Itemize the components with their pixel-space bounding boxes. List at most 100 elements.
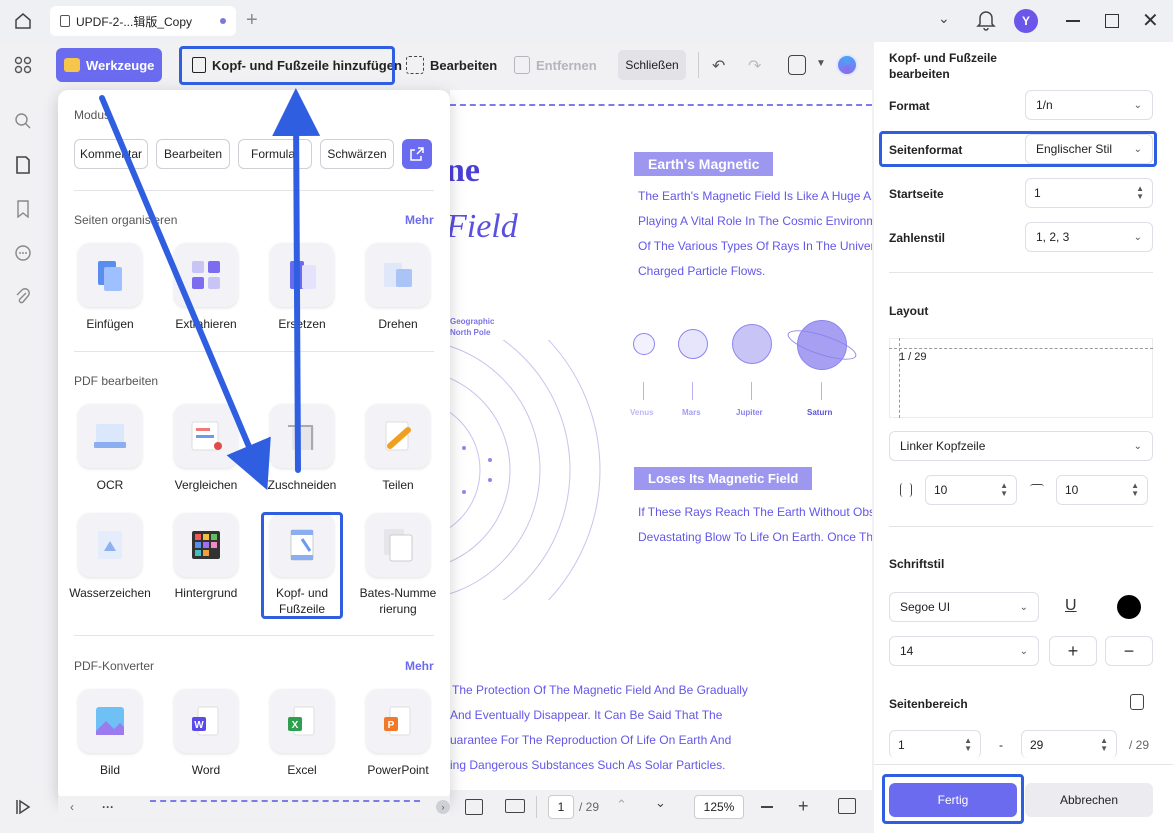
crop-tool[interactable] xyxy=(270,404,334,468)
position-select[interactable]: Linker Kopfzeile ⌄ xyxy=(889,431,1153,461)
to-image-tool[interactable] xyxy=(78,689,142,753)
number-style-select[interactable]: 1, 2, 3 ⌄ xyxy=(1025,222,1153,252)
edit-pdf-title: PDF bearbeiten xyxy=(74,374,159,388)
divider-layout xyxy=(889,526,1153,527)
start-page-input[interactable]: 1 ▲ ▼ xyxy=(1025,178,1153,208)
more-options-icon[interactable]: ··· xyxy=(102,800,114,814)
search-icon[interactable] xyxy=(12,110,34,132)
top-margin-input[interactable]: 10 ▲ ▼ xyxy=(1056,475,1148,505)
bates-icon xyxy=(384,529,413,562)
left-margin-input[interactable]: 10 ▲ ▼ xyxy=(925,475,1017,505)
presentation-icon[interactable] xyxy=(505,799,525,813)
prev-page-icon[interactable]: ⌃ xyxy=(616,797,627,813)
converter-more-link[interactable]: Mehr xyxy=(405,659,434,673)
doc-para1-line3: Of The Various Types Of Rays In The Univ… xyxy=(638,239,872,253)
close-icon[interactable]: ✕ xyxy=(1142,8,1159,33)
edit-label: Bearbeiten xyxy=(430,57,498,73)
font-color-swatch[interactable] xyxy=(1117,595,1141,619)
home-icon[interactable] xyxy=(12,10,34,32)
zoom-level[interactable]: 125% xyxy=(694,795,744,819)
planet-label-mars: Mars xyxy=(682,408,701,417)
ai-assistant-icon[interactable] xyxy=(836,54,858,76)
stepper-icon[interactable]: ▲ ▼ xyxy=(1000,482,1008,498)
layout-preview[interactable]: 1 / 29 xyxy=(889,338,1153,418)
ocr-tool[interactable] xyxy=(78,404,142,468)
open-external-button[interactable] xyxy=(402,139,432,169)
planet-label-saturn: Saturn xyxy=(807,408,833,417)
doc-para1-line2: Playing A Vital Role In The Cosmic Envir… xyxy=(638,214,872,228)
to-excel-tool[interactable]: X xyxy=(270,689,334,753)
geo-label-1: Geographic xyxy=(450,317,495,326)
range-from-input[interactable]: 1 ▲ ▼ xyxy=(889,730,981,758)
replace-tool[interactable] xyxy=(270,243,334,307)
maximize-icon[interactable] xyxy=(1105,14,1119,28)
to-powerpoint-label: PowerPoint xyxy=(367,763,429,777)
to-powerpoint-tool[interactable]: P xyxy=(366,689,430,753)
close-mode-button[interactable]: Schließen xyxy=(618,50,686,80)
increase-size-button[interactable]: + xyxy=(1049,636,1097,666)
split-tool[interactable] xyxy=(366,404,430,468)
stepper-icon[interactable]: ▲ ▼ xyxy=(1136,185,1144,201)
stepper-icon[interactable]: ▲ ▼ xyxy=(1131,482,1139,498)
grid-icon[interactable] xyxy=(12,54,34,76)
image-icon xyxy=(96,707,124,735)
to-word-tool[interactable]: W xyxy=(174,689,238,753)
mode-edit-button[interactable]: Bearbeiten xyxy=(156,139,230,169)
zoom-out-icon[interactable] xyxy=(761,806,773,808)
layers-icon[interactable] xyxy=(12,796,34,818)
save-dropdown-icon[interactable]: ▼ xyxy=(816,58,826,69)
format-select[interactable]: 1/n ⌄ xyxy=(1025,90,1153,120)
next-page-icon[interactable]: ⌄ xyxy=(655,795,666,811)
compare-tool[interactable] xyxy=(174,404,238,468)
mode-form-button[interactable]: Formular xyxy=(238,139,312,169)
svg-text:W: W xyxy=(194,720,204,731)
tools-label: Werkzeuge xyxy=(86,57,155,73)
remove-button[interactable]: Entfernen xyxy=(506,48,605,82)
zoom-in-icon[interactable]: + xyxy=(798,796,809,817)
rotate-tool[interactable] xyxy=(366,243,430,307)
page-range-icon[interactable] xyxy=(1130,694,1144,710)
edit-button[interactable]: Bearbeiten xyxy=(398,48,505,82)
new-tab-icon[interactable]: + xyxy=(246,9,258,32)
chevron-down-icon[interactable]: ⌄ xyxy=(938,10,950,27)
comment-icon[interactable] xyxy=(12,242,34,264)
extract-tool[interactable] xyxy=(174,243,238,307)
avatar[interactable]: Y xyxy=(1014,9,1038,33)
font-family-select[interactable]: Segoe UI ⌄ xyxy=(889,592,1039,622)
watermark-tool[interactable] xyxy=(78,513,142,577)
save-icon[interactable] xyxy=(788,55,806,75)
bookmark-icon[interactable] xyxy=(12,198,34,220)
font-size-select[interactable]: 14 ⌄ xyxy=(889,636,1039,666)
stepper-icon[interactable]: ▲ ▼ xyxy=(964,736,972,753)
page-number-input[interactable]: 1 xyxy=(548,795,574,819)
thumbnail-view-icon[interactable] xyxy=(465,799,483,815)
bell-icon[interactable] xyxy=(976,9,996,34)
range-to-input[interactable]: 29 ▲ ▼ xyxy=(1021,730,1117,758)
mode-redact-button[interactable]: Schwärzen xyxy=(320,139,394,169)
organize-more-link[interactable]: Mehr xyxy=(405,213,434,227)
stepper-icon[interactable]: ▲ ▼ xyxy=(1100,736,1108,753)
pages-icon[interactable] xyxy=(12,154,34,176)
attachment-icon[interactable] xyxy=(12,286,34,308)
redo-icon[interactable]: ↷ xyxy=(748,56,761,76)
scroll-left-icon[interactable]: ‹ xyxy=(70,800,74,814)
insert-tool[interactable] xyxy=(78,243,142,307)
tools-button[interactable]: Werkzeuge xyxy=(56,48,163,82)
mode-comment-button[interactable]: Kommentar xyxy=(74,139,148,169)
tab-modified-dot[interactable] xyxy=(220,18,226,24)
document-tab[interactable]: UPDF-2-...辑版_Copy xyxy=(50,6,236,36)
planet-mars xyxy=(678,329,708,359)
tab-title: UPDF-2-...辑版_Copy xyxy=(76,14,193,29)
underline-icon[interactable]: U xyxy=(1065,597,1077,615)
fit-page-icon[interactable] xyxy=(838,798,856,814)
undo-icon[interactable]: ↶ xyxy=(712,56,725,76)
background-tool[interactable] xyxy=(174,513,238,577)
crop-label: Zuschneiden xyxy=(267,478,337,492)
decrease-size-button[interactable]: − xyxy=(1105,636,1153,666)
cancel-button[interactable]: Abbrechen xyxy=(1025,783,1153,817)
compare-icon xyxy=(191,421,222,451)
minimize-icon[interactable] xyxy=(1066,20,1080,22)
scroll-right-icon[interactable]: › xyxy=(436,800,450,814)
bates-numbering-tool[interactable] xyxy=(366,513,430,577)
highlight-done-button xyxy=(882,774,1024,824)
